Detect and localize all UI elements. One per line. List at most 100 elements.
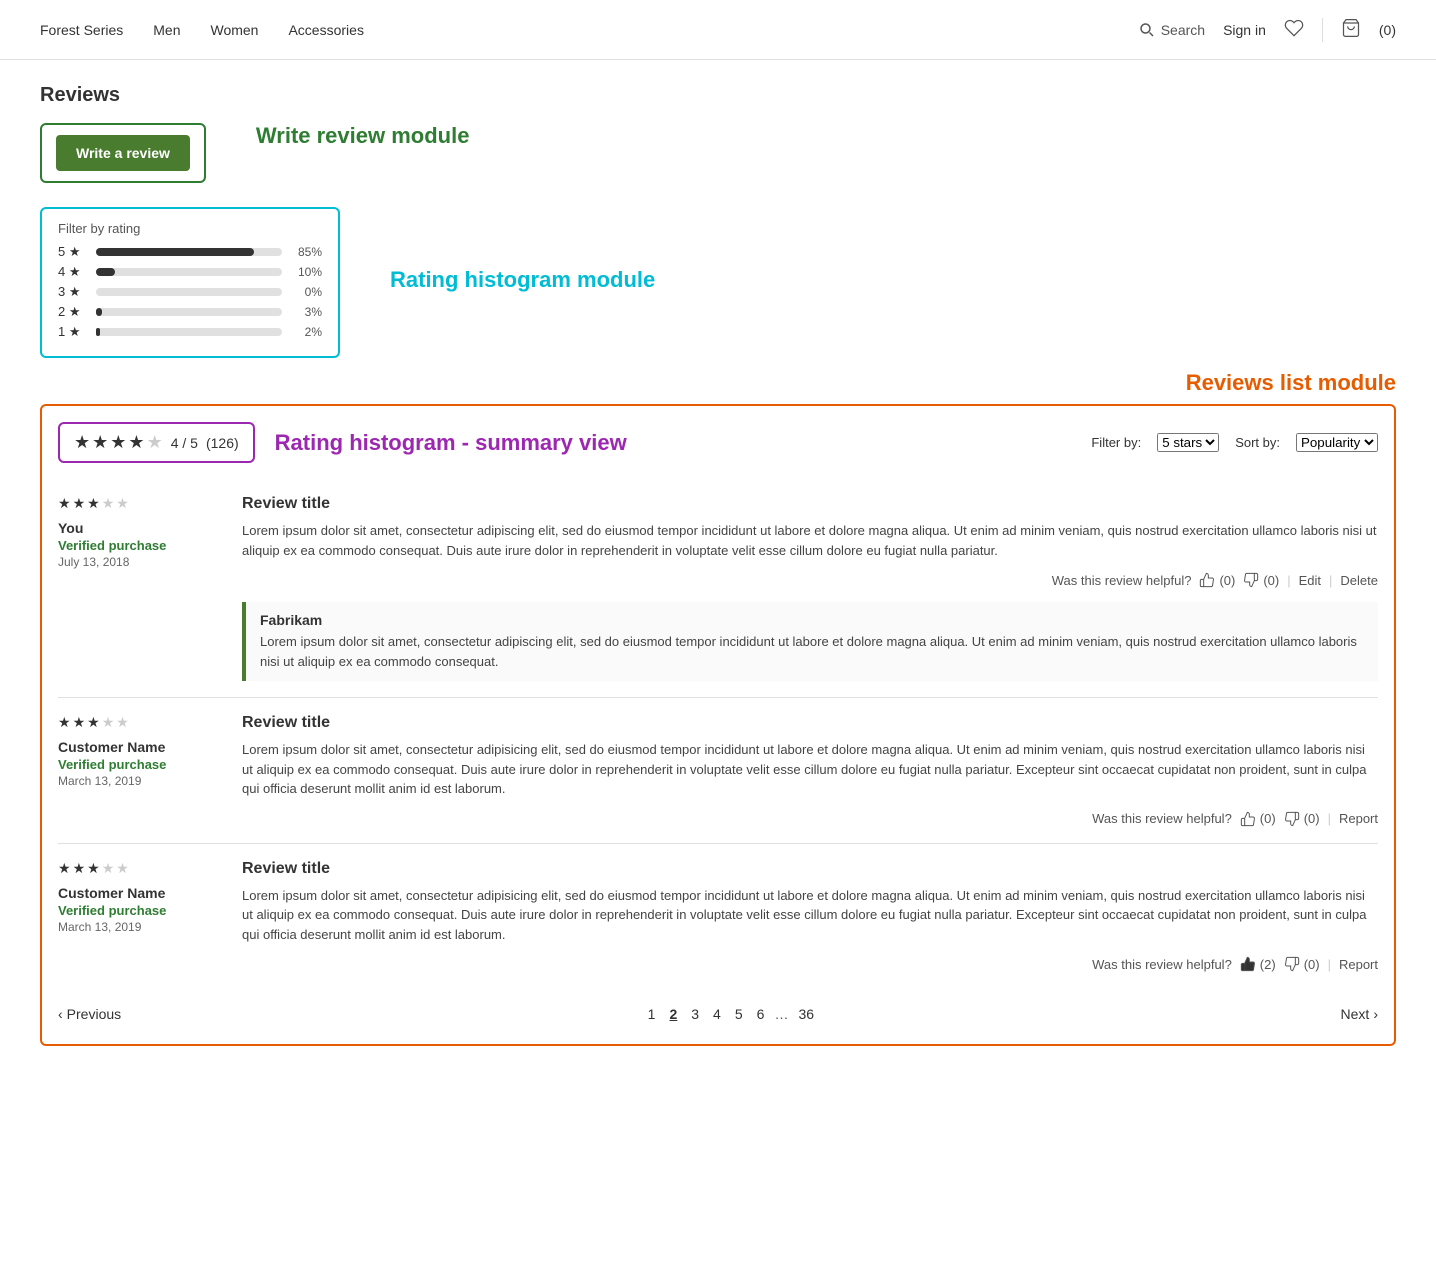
pag-page-6[interactable]: 6 <box>753 1004 769 1024</box>
review-body-1: Lorem ipsum dolor sit amet, consectetur … <box>242 740 1378 799</box>
write-review-button[interactable]: Write a review <box>56 135 190 171</box>
hist-row-2[interactable]: 2 ★ 3% <box>58 304 322 320</box>
signin-link[interactable]: Sign in <box>1223 22 1266 38</box>
thumbs-down-0[interactable]: (0) <box>1243 572 1279 588</box>
thumbs-up-icon <box>1199 572 1215 588</box>
pag-page-3[interactable]: 3 <box>687 1004 703 1024</box>
nav-men[interactable]: Men <box>153 22 180 38</box>
review-actions-0: Was this review helpful? (0) (0) |Edit|D… <box>242 572 1378 588</box>
thumbs-up-1[interactable]: (0) <box>1240 811 1276 827</box>
prev-chevron-icon: ‹ <box>58 1006 63 1022</box>
nav-forest-series[interactable]: Forest Series <box>40 22 123 38</box>
thumbs-down-2[interactable]: (0) <box>1284 956 1320 972</box>
search-button[interactable]: Search <box>1139 22 1205 38</box>
verified-badge-2: Verified purchase <box>58 903 218 918</box>
sort-select[interactable]: Popularity Newest Oldest <box>1296 433 1378 452</box>
page-title: Reviews <box>40 84 1396 107</box>
cart-count: (0) <box>1379 22 1396 38</box>
verified-badge-0: Verified purchase <box>58 538 218 553</box>
filter-select[interactable]: 5 stars 4 stars 3 stars 2 stars 1 star <box>1157 433 1219 452</box>
hist-bar-bg-3 <box>96 288 282 296</box>
hist-bar-fill-2 <box>96 308 102 316</box>
nav-accessories[interactable]: Accessories <box>288 22 363 38</box>
next-button[interactable]: Next › <box>1341 1006 1378 1022</box>
nav-right: Search Sign in (0) <box>1139 18 1396 42</box>
page-numbers: 123456 … 36 <box>644 1004 818 1024</box>
prev-button[interactable]: ‹ Previous <box>58 1006 121 1022</box>
write-review-module-label: Write review module <box>256 123 470 149</box>
summary-stars: ★ ★ ★ ★ ★ <box>74 432 163 453</box>
reviews-container: ★★★★★ You Verified purchase July 13, 201… <box>58 479 1378 988</box>
helpful-label: Was this review helpful? <box>1092 957 1232 972</box>
filter-sort-controls: Filter by: 5 stars 4 stars 3 stars 2 sta… <box>1091 433 1378 452</box>
review-stars: ★★★★★ <box>58 860 218 877</box>
review-card-0: ★★★★★ You Verified purchase July 13, 201… <box>58 479 1378 697</box>
hist-pct-4: 10% <box>290 265 322 279</box>
verified-badge-1: Verified purchase <box>58 757 218 772</box>
reviewer-name-2: Customer Name <box>58 885 218 901</box>
action-edit-0[interactable]: Edit <box>1299 573 1321 588</box>
write-review-row: Write a review Write review module <box>40 123 1396 195</box>
fabrikam-body: Lorem ipsum dolor sit amet, consectetur … <box>260 632 1364 671</box>
review-layout-0: ★★★★★ You Verified purchase July 13, 201… <box>58 495 1378 681</box>
helpful-label: Was this review helpful? <box>1092 811 1232 826</box>
reviews-list-box: ★ ★ ★ ★ ★ 4 / 5 (126) Rating histogram -… <box>40 404 1396 1046</box>
thumbs-down-1[interactable]: (0) <box>1284 811 1320 827</box>
histogram-module-label: Rating histogram module <box>390 207 655 293</box>
hist-bar-bg-1 <box>96 328 282 336</box>
hist-row-5[interactable]: 5 ★ 85% <box>58 244 322 260</box>
review-actions-1: Was this review helpful? (0) (0) |Report <box>242 811 1378 827</box>
next-chevron-icon: › <box>1373 1006 1378 1022</box>
hist-bar-bg-4 <box>96 268 282 276</box>
hist-bar-fill-5 <box>96 248 254 256</box>
review-layout-2: ★★★★★ Customer Name Verified purchase Ma… <box>58 860 1378 973</box>
fabrikam-name: Fabrikam <box>260 612 1364 628</box>
review-left-0: ★★★★★ You Verified purchase July 13, 201… <box>58 495 218 681</box>
summary-label: Rating histogram - summary view <box>275 430 627 456</box>
hist-bar-bg-5 <box>96 248 282 256</box>
pag-page-2[interactable]: 2 <box>665 1004 681 1024</box>
review-title-0: Review title <box>242 495 1378 513</box>
hist-row-4[interactable]: 4 ★ 10% <box>58 264 322 280</box>
histogram-title: Filter by rating <box>58 221 322 236</box>
pag-page-36[interactable]: 36 <box>794 1004 818 1024</box>
hist-bar-fill-4 <box>96 268 115 276</box>
review-left-2: ★★★★★ Customer Name Verified purchase Ma… <box>58 860 218 973</box>
thumbs-down-icon <box>1284 956 1300 972</box>
histogram-row: Filter by rating 5 ★ 85% 4 ★ 10% 3 ★ 0% … <box>40 207 1396 358</box>
pagination: ‹ Previous 123456 … 36 Next › <box>58 988 1378 1028</box>
main-content: Reviews Write a review Write review modu… <box>0 60 1436 1070</box>
action-delete-0[interactable]: Delete <box>1340 573 1378 588</box>
action-report-1[interactable]: Report <box>1339 811 1378 826</box>
fabrikam-response: Fabrikam Lorem ipsum dolor sit amet, con… <box>242 602 1378 681</box>
nav-links: Forest Series Men Women Accessories <box>40 22 364 38</box>
action-report-2[interactable]: Report <box>1339 957 1378 972</box>
wishlist-icon[interactable] <box>1284 18 1304 41</box>
pag-page-5[interactable]: 5 <box>731 1004 747 1024</box>
next-label: Next <box>1341 1006 1370 1022</box>
nav-women[interactable]: Women <box>210 22 258 38</box>
thumbs-up-0[interactable]: (0) <box>1199 572 1235 588</box>
filter-label: Filter by: <box>1091 435 1141 450</box>
review-right-1: Review title Lorem ipsum dolor sit amet,… <box>242 714 1378 827</box>
hist-pct-5: 85% <box>290 245 322 259</box>
hist-pct-1: 2% <box>290 325 322 339</box>
hist-pct-3: 0% <box>290 285 322 299</box>
reviewer-name-0: You <box>58 520 218 536</box>
review-left-1: ★★★★★ Customer Name Verified purchase Ma… <box>58 714 218 827</box>
rating-score: 4 / 5 <box>171 435 198 451</box>
histogram-bars: 5 ★ 85% 4 ★ 10% 3 ★ 0% 2 ★ 3% 1 ★ 2% <box>58 244 322 340</box>
pag-page-4[interactable]: 4 <box>709 1004 725 1024</box>
thumbs-up-2[interactable]: (2) <box>1240 956 1276 972</box>
thumbs-up-icon <box>1240 811 1256 827</box>
cart-icon[interactable] <box>1341 18 1361 41</box>
summary-row: ★ ★ ★ ★ ★ 4 / 5 (126) Rating histogram -… <box>58 422 1378 463</box>
hist-row-3[interactable]: 3 ★ 0% <box>58 284 322 300</box>
review-actions-2: Was this review helpful? (2) (0) |Report <box>242 956 1378 972</box>
hist-row-1[interactable]: 1 ★ 2% <box>58 324 322 340</box>
review-count: (126) <box>206 435 239 451</box>
pag-ellipsis: … <box>774 1006 788 1022</box>
hist-stars-3: 3 ★ <box>58 284 88 300</box>
pag-page-1[interactable]: 1 <box>644 1004 660 1024</box>
prev-label: Previous <box>67 1006 121 1022</box>
